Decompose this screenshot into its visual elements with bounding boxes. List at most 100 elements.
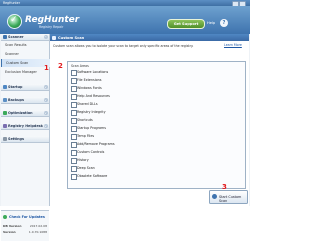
nav-group-label: Backups — [8, 98, 24, 102]
info-key: DB Version — [3, 224, 22, 228]
scan-area-label: Deep Scan — [77, 166, 95, 170]
nav-group-label: Settings — [8, 137, 25, 141]
learn-more-link[interactable]: Learn More — [224, 43, 247, 48]
scan-area-label: Temp Files — [77, 134, 95, 138]
scan-area-item[interactable]: Startup Programs — [71, 125, 241, 132]
checkbox[interactable] — [71, 166, 77, 172]
sidebar-item-label: Exclusion Manager — [5, 70, 37, 74]
sidebar-item-exclusion-manager[interactable]: Exclusion Manager — [1, 68, 49, 76]
expand-icon[interactable]: v — [43, 124, 48, 128]
scan-area-item[interactable]: Shared DLLs — [71, 101, 241, 108]
scan-area-label: Help And Resources — [77, 94, 110, 98]
scan-area-label: Startup Programs — [77, 126, 106, 130]
nav-group-label: Registry Helpdesk — [8, 124, 43, 128]
help-icon[interactable]: ? — [220, 19, 228, 27]
info-value: 1.0.70.1088 — [28, 230, 47, 234]
nav-group-backups[interactable]: Backups v — [1, 97, 49, 104]
sidebar-item-custom-scan[interactable]: Custom Scan — [1, 59, 50, 67]
scan-area-label: History — [77, 158, 89, 162]
sidebar-item-scanner[interactable]: Scanner — [1, 50, 49, 58]
checkbox[interactable] — [71, 126, 77, 132]
sidebar-item-label: Custom Scan — [6, 61, 29, 65]
scan-area-item[interactable]: Obsolete Software — [71, 173, 241, 180]
scan-area-label: Add/Remove Programs — [77, 142, 115, 146]
checkbox[interactable] — [71, 102, 77, 108]
sidebar-item-scan-results[interactable]: Scan Results — [1, 41, 49, 49]
scan-area-item[interactable]: Custom Controls — [71, 149, 241, 156]
version-row: Version 1.0.70.1088 — [3, 230, 47, 234]
brand-name: RegHunter — [25, 15, 80, 25]
app-header: ✓ RegHunter Registry Repair Get Support … — [0, 6, 250, 34]
scan-area-label: Shared DLLs — [77, 102, 98, 106]
scan-areas-box: Scan Areas Software Locations File Exten… — [67, 61, 246, 189]
checkbox[interactable] — [71, 142, 77, 148]
update-panel: Check For Updates DB Version 2017.02.08 … — [1, 210, 49, 241]
scan-area-item[interactable]: Registry Integrity — [71, 109, 241, 116]
scan-area-item[interactable]: Deep Scan — [71, 165, 241, 172]
sidebar-item-label: Scan Results — [5, 43, 27, 47]
nav-group-registry-helpdesk[interactable]: Registry Helpdesk v — [1, 123, 49, 130]
collapse-icon[interactable]: ^ — [43, 35, 48, 39]
scan-icon — [212, 194, 217, 199]
annotation-step-2: 2 — [58, 62, 63, 70]
window-title: RegHunter — [3, 0, 21, 5]
scan-area-item[interactable]: Help And Resources — [71, 93, 241, 100]
checkbox[interactable] — [71, 134, 77, 140]
checkbox[interactable] — [71, 110, 77, 116]
info-value: 2017.02.08 — [29, 224, 47, 228]
scan-area-item[interactable]: Shortcuts — [71, 117, 241, 124]
db-version-row: DB Version 2017.02.08 — [3, 224, 47, 228]
start-button-label: Start Custom Scan — [219, 195, 242, 203]
nav-group-scanner[interactable]: Scanner ^ — [1, 34, 49, 41]
check-updates-label: Check For Updates — [9, 214, 45, 219]
app-window: RegHunter ✓ RegHunter Registry Repair Ge… — [0, 0, 250, 241]
scan-area-label: Registry Integrity — [77, 110, 106, 114]
scan-area-label: Software Locations — [77, 70, 109, 74]
nav-group-label: Optimization — [8, 111, 33, 115]
main-panel: Custom Scan Custom scan allows you to is… — [50, 34, 249, 206]
sidebar: Scanner ^ Scan Results Scanner Custom Sc… — [1, 34, 50, 241]
scan-area-label: Obsolete Software — [77, 174, 108, 178]
annotation-step-1: 1 — [44, 64, 49, 72]
scan-area-label: Shortcuts — [77, 118, 93, 122]
checkbox[interactable] — [71, 118, 77, 124]
scan-area-item[interactable]: Add/Remove Programs — [71, 141, 241, 148]
scan-area-item[interactable]: History — [71, 157, 241, 164]
checkbox[interactable] — [71, 78, 77, 84]
custom-scan-icon — [52, 35, 56, 40]
scan-area-item[interactable]: File Extensions — [71, 77, 241, 84]
checkbox[interactable] — [71, 70, 77, 76]
page-description: Custom scan allows you to isolate your s… — [53, 44, 194, 48]
panel-title-bar: Custom Scan — [50, 34, 249, 41]
expand-icon[interactable]: v — [43, 85, 48, 89]
nav-group-settings[interactable]: Settings — [1, 136, 49, 143]
checkmark-icon: ✓ — [10, 15, 18, 25]
expand-icon[interactable]: v — [43, 98, 48, 102]
nav-group-label: Scanner — [8, 35, 24, 39]
expand-icon[interactable]: v — [43, 111, 48, 115]
start-custom-scan-button[interactable]: Start Custom Scan — [209, 190, 248, 204]
backups-icon — [2, 98, 7, 102]
scan-area-label: Windows Fonts — [77, 86, 102, 90]
nav-group-startup[interactable]: Startup v — [1, 84, 49, 91]
scan-areas-header: Scan Areas — [71, 64, 89, 68]
brand-tagline: Registry Repair — [39, 25, 64, 29]
nav-group-optimization[interactable]: Optimization v — [1, 110, 49, 117]
page-title: Custom Scan — [58, 35, 85, 40]
info-key: Version — [3, 230, 16, 234]
scan-area-label: Custom Controls — [77, 150, 105, 154]
checkbox[interactable] — [71, 86, 77, 92]
scan-area-item[interactable]: Temp Files — [71, 133, 241, 140]
scanner-icon — [2, 35, 7, 39]
check-updates-link[interactable]: Check For Updates — [3, 214, 47, 220]
checkbox[interactable] — [71, 94, 77, 100]
scan-area-item[interactable]: Software Locations — [71, 69, 241, 76]
scan-area-item[interactable]: Windows Fonts — [71, 85, 241, 92]
startup-icon — [2, 85, 7, 89]
checkbox[interactable] — [71, 174, 77, 180]
checkbox[interactable] — [71, 150, 77, 156]
checkbox[interactable] — [71, 158, 77, 164]
optimization-icon — [2, 111, 7, 115]
nav-group-label: Startup — [8, 85, 23, 89]
get-support-button[interactable]: Get Support — [167, 19, 205, 29]
